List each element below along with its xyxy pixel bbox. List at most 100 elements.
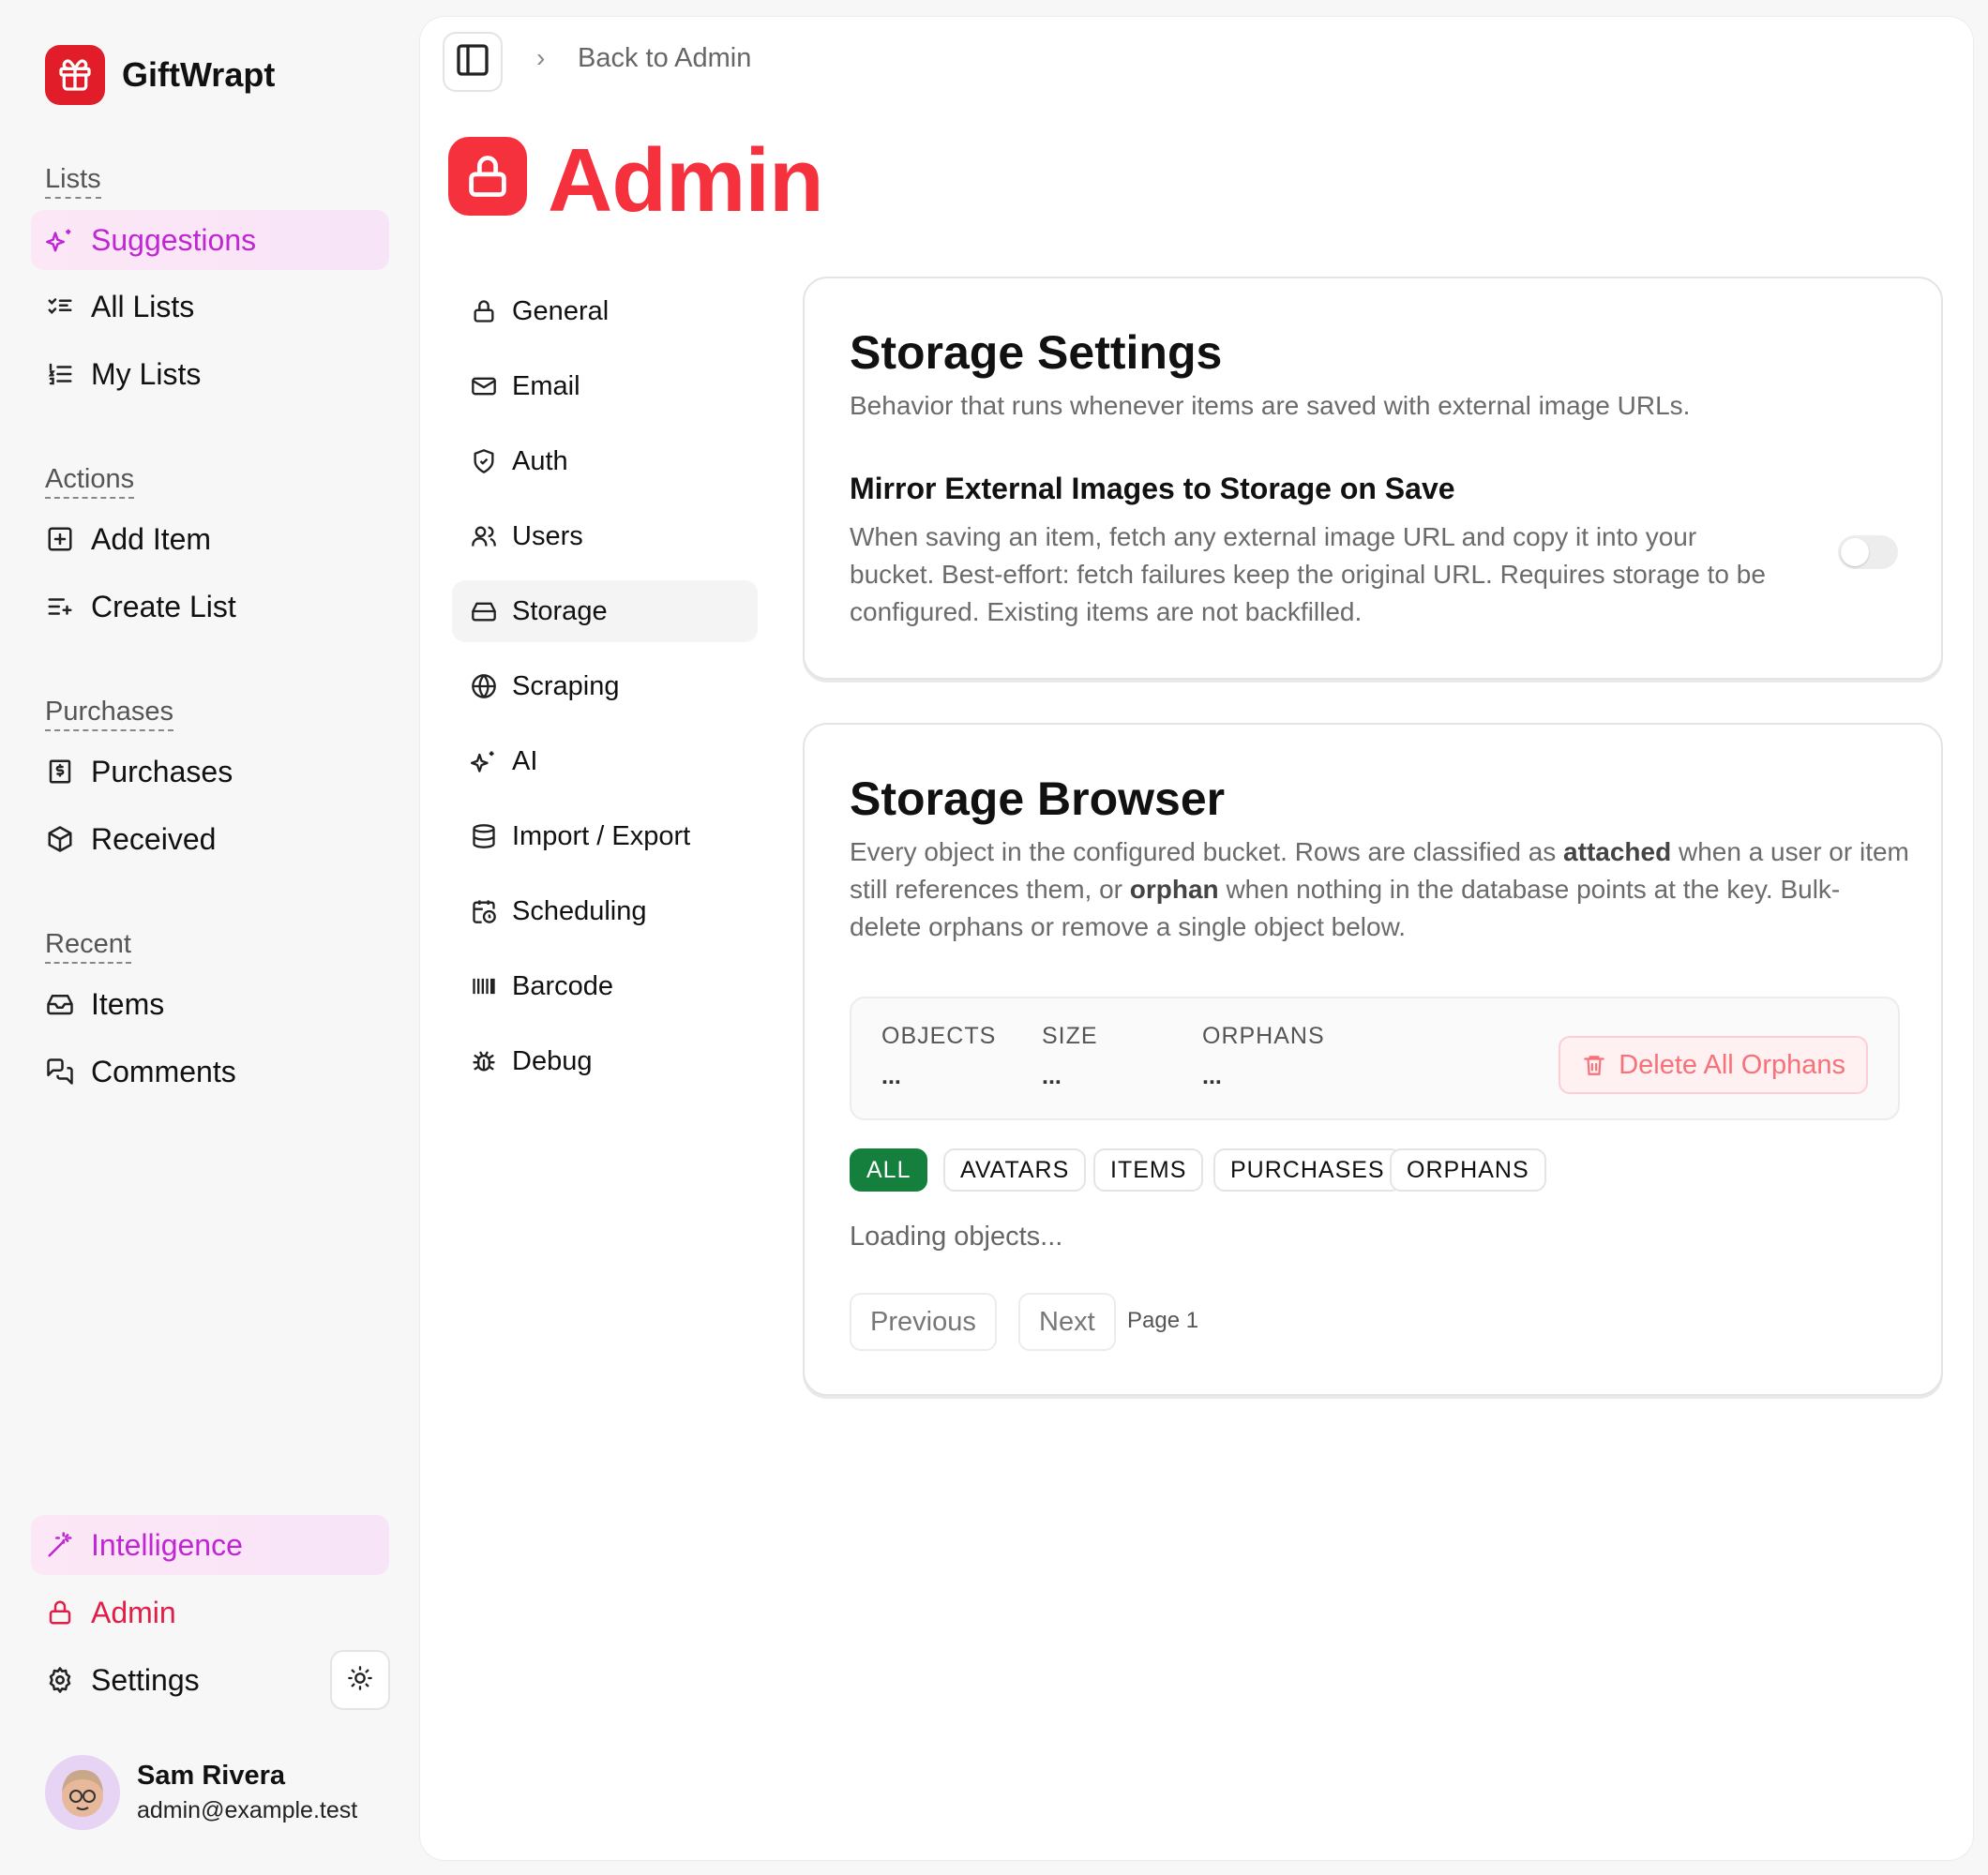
shield-check-icon xyxy=(469,446,499,476)
admin-nav-label: Import / Export xyxy=(512,820,691,851)
section-label-recent: Recent xyxy=(45,928,131,964)
admin-nav-label: Email xyxy=(512,370,580,401)
sidebar-item-intelligence[interactable]: Intelligence xyxy=(31,1515,389,1575)
sidebar-item-label: Add Item xyxy=(91,521,212,556)
sparkles-icon xyxy=(44,224,76,256)
chevron-right-icon: › xyxy=(536,43,546,72)
gear-icon xyxy=(44,1664,76,1696)
admin-nav-scheduling[interactable]: Scheduling xyxy=(452,880,758,942)
sidebar-item-label: My Lists xyxy=(91,356,202,391)
stat-label: ORPHANS xyxy=(1202,1023,1325,1049)
admin-nav-storage[interactable]: Storage xyxy=(452,580,758,642)
section-label-actions: Actions xyxy=(45,463,135,499)
theme-toggle-button[interactable] xyxy=(330,1650,390,1710)
storage-browser-card: Storage Browser Every object in the conf… xyxy=(803,723,1943,1396)
trash-icon xyxy=(1581,1052,1607,1078)
hard-drive-icon xyxy=(469,596,499,626)
sidebar-item-label: Comments xyxy=(91,1054,236,1088)
card-description: Every object in the configured bucket. R… xyxy=(850,833,1909,946)
lock-icon xyxy=(44,1597,76,1628)
admin-nav-label: Storage xyxy=(512,595,608,626)
admin-nav-general[interactable]: General xyxy=(452,280,758,342)
section-label-lists: Lists xyxy=(45,163,101,199)
sidebar-item-create-list[interactable]: Create List xyxy=(31,577,389,637)
user-profile[interactable]: Sam Rivera admin@example.test xyxy=(45,1755,357,1830)
card-title: Storage Browser xyxy=(850,772,1226,825)
mirror-images-toggle[interactable] xyxy=(1838,535,1898,569)
admin-nav-email[interactable]: Email xyxy=(452,355,758,417)
sidebar-item-label: Settings xyxy=(91,1662,200,1697)
wand-icon xyxy=(44,1529,76,1561)
admin-nav-label: Debug xyxy=(512,1045,593,1076)
previous-page-button[interactable]: Previous xyxy=(850,1293,997,1351)
sidebar-item-comments[interactable]: Comments xyxy=(31,1042,389,1102)
gift-icon xyxy=(45,45,105,105)
page-title: Admin xyxy=(548,130,824,231)
sidebar-item-all-lists[interactable]: All Lists xyxy=(31,277,389,337)
setting-title: Mirror External Images to Storage on Sav… xyxy=(850,472,1455,505)
breadcrumb[interactable]: Back to Admin xyxy=(578,43,751,74)
sidebar-item-admin[interactable]: Admin xyxy=(31,1582,389,1642)
stat-value: ... xyxy=(1202,1063,1222,1089)
globe-icon xyxy=(469,671,499,701)
filter-purchases[interactable]: PURCHASES xyxy=(1213,1148,1402,1192)
package-open-icon xyxy=(44,823,76,855)
app-name: GiftWrapt xyxy=(122,55,276,94)
list-ordered-icon xyxy=(44,358,76,390)
sidebar-item-label: All Lists xyxy=(91,289,195,323)
avatar xyxy=(45,1755,120,1830)
sidebar-item-received[interactable]: Received xyxy=(31,809,389,869)
database-icon xyxy=(469,821,499,851)
admin-nav-label: Users xyxy=(512,520,583,551)
loading-text: Loading objects... xyxy=(850,1222,1063,1252)
bug-icon xyxy=(469,1046,499,1076)
next-page-button[interactable]: Next xyxy=(1018,1293,1116,1351)
sidebar-item-label: Create List xyxy=(91,589,236,623)
sidebar-item-label: Intelligence xyxy=(91,1527,243,1562)
delete-all-orphans-button[interactable]: Delete All Orphans xyxy=(1559,1036,1868,1094)
inbox-icon xyxy=(44,988,76,1020)
desc-orphan: orphan xyxy=(1129,875,1219,904)
admin-nav-label: Scraping xyxy=(512,670,620,701)
users-icon xyxy=(469,521,499,551)
filter-all[interactable]: ALL xyxy=(850,1148,928,1192)
sun-icon xyxy=(347,1665,373,1696)
sidebar-item-purchases[interactable]: Purchases xyxy=(31,742,389,802)
mail-icon xyxy=(469,371,499,401)
lock-icon xyxy=(469,296,499,326)
desc-text: Every object in the configured bucket. R… xyxy=(850,837,1564,866)
lock-icon xyxy=(448,137,527,216)
filter-orphans[interactable]: ORPHANS xyxy=(1390,1148,1546,1192)
admin-nav-barcode[interactable]: Barcode xyxy=(452,955,758,1017)
sidebar-item-items[interactable]: Items xyxy=(31,974,389,1034)
admin-nav-import-export[interactable]: Import / Export xyxy=(452,805,758,867)
sidebar-item-settings[interactable]: Settings xyxy=(31,1650,312,1710)
admin-nav-users[interactable]: Users xyxy=(452,505,758,567)
brand[interactable]: GiftWrapt xyxy=(45,45,275,105)
admin-nav-ai[interactable]: AI xyxy=(452,730,758,792)
stat-value: ... xyxy=(1042,1063,1062,1089)
card-title: Storage Settings xyxy=(850,326,1223,379)
stat-value: ... xyxy=(881,1063,901,1089)
filter-items[interactable]: ITEMS xyxy=(1093,1148,1204,1192)
stat-objects: OBJECTS ... xyxy=(881,1023,996,1090)
toggle-sidebar-button[interactable] xyxy=(443,32,503,92)
sidebar-item-suggestions[interactable]: Suggestions xyxy=(31,210,389,270)
barcode-icon xyxy=(469,971,499,1001)
sidebar-item-my-lists[interactable]: My Lists xyxy=(31,344,389,404)
storage-settings-card: Storage Settings Behavior that runs when… xyxy=(803,277,1943,680)
list-plus-icon xyxy=(44,591,76,622)
storage-stats: OBJECTS ... SIZE ... ORPHANS ... Delete … xyxy=(850,997,1900,1120)
panel-left-icon xyxy=(454,41,491,83)
admin-nav-debug[interactable]: Debug xyxy=(452,1030,758,1092)
receipt-icon xyxy=(44,756,76,788)
messages-icon xyxy=(44,1056,76,1088)
admin-nav-scraping[interactable]: Scraping xyxy=(452,655,758,717)
section-label-purchases: Purchases xyxy=(45,696,174,731)
admin-nav-auth[interactable]: Auth xyxy=(452,430,758,492)
stat-label: OBJECTS xyxy=(881,1023,997,1049)
sidebar-item-add-item[interactable]: Add Item xyxy=(31,509,389,569)
stat-size: SIZE ... xyxy=(1042,1023,1098,1090)
filter-avatars[interactable]: AVATARS xyxy=(943,1148,1087,1192)
page-indicator: Page 1 xyxy=(1127,1308,1199,1333)
